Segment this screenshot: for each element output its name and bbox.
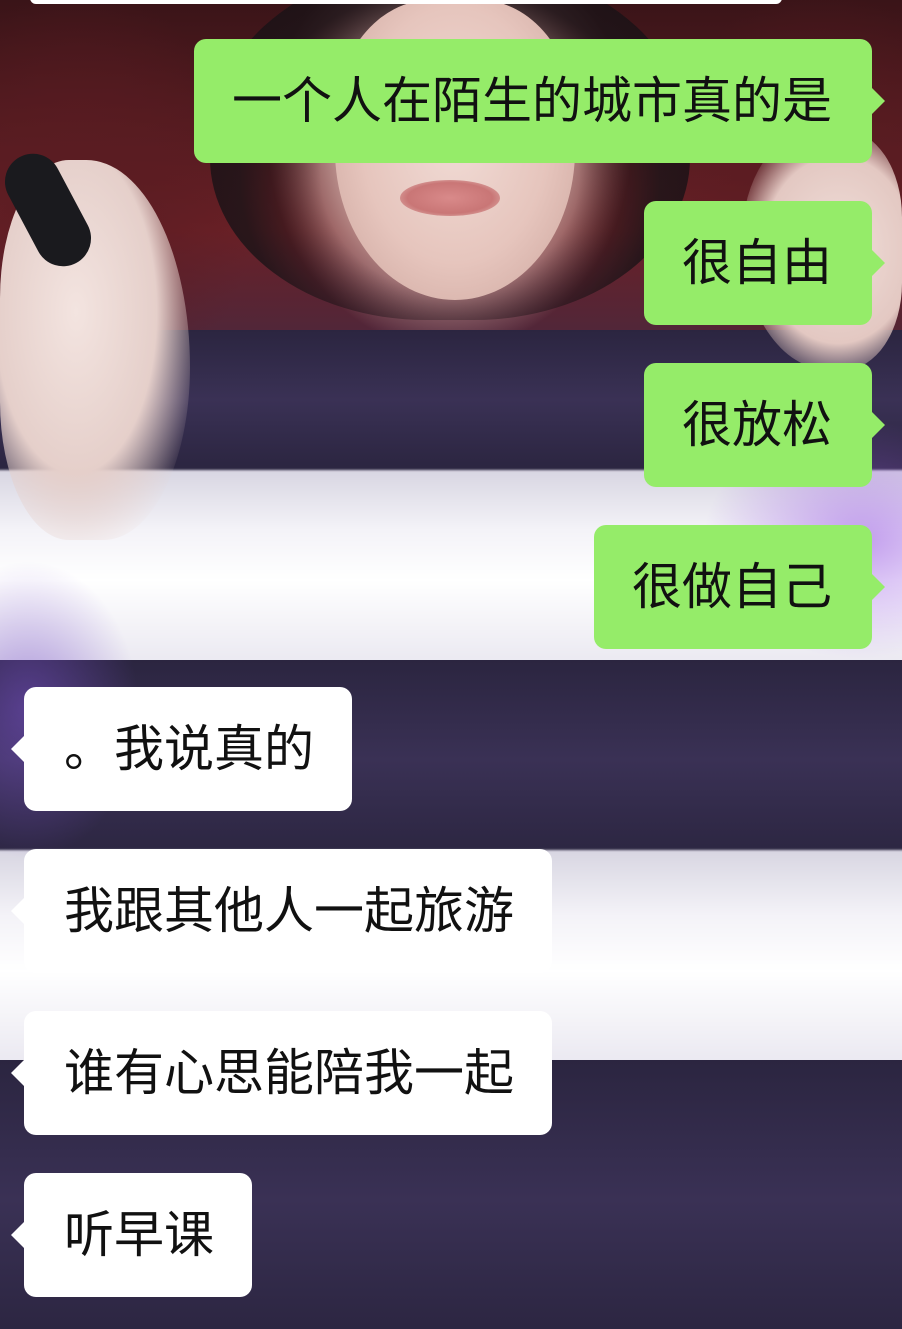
message-text: 谁有心思能陪我一起: [64, 1044, 514, 1102]
sent-message-bubble[interactable]: 很放松: [644, 363, 885, 487]
background-lips: [400, 180, 500, 216]
sent-message-bubble[interactable]: 很做自己: [594, 525, 885, 649]
message-text: 很做自己: [632, 558, 832, 616]
sent-message-bubble[interactable]: 很自由: [644, 201, 885, 325]
chat-screen: 一个人在陌生的城市真的是 很自由 很放松 很做自己 。我说真的 我跟其他人一起旅…: [0, 0, 902, 1329]
message-text: 。我说真的: [64, 720, 314, 778]
sent-message-bubble[interactable]: 一个人在陌生的城市真的是: [194, 39, 885, 163]
message-text: 我跟其他人一起旅游: [64, 882, 514, 940]
message-text: 一个人在陌生的城市真的是: [232, 72, 832, 130]
message-text: 很自由: [682, 234, 832, 292]
previous-message-bubble-edge: [30, 0, 782, 4]
received-message-bubble[interactable]: 我跟其他人一起旅游: [11, 849, 552, 973]
received-message-bubble[interactable]: 听早课: [11, 1173, 252, 1297]
received-message-bubble[interactable]: 。我说真的: [11, 687, 352, 811]
message-text: 听早课: [64, 1206, 214, 1264]
message-text: 很放松: [682, 396, 832, 454]
received-message-bubble[interactable]: 谁有心思能陪我一起: [11, 1011, 552, 1135]
